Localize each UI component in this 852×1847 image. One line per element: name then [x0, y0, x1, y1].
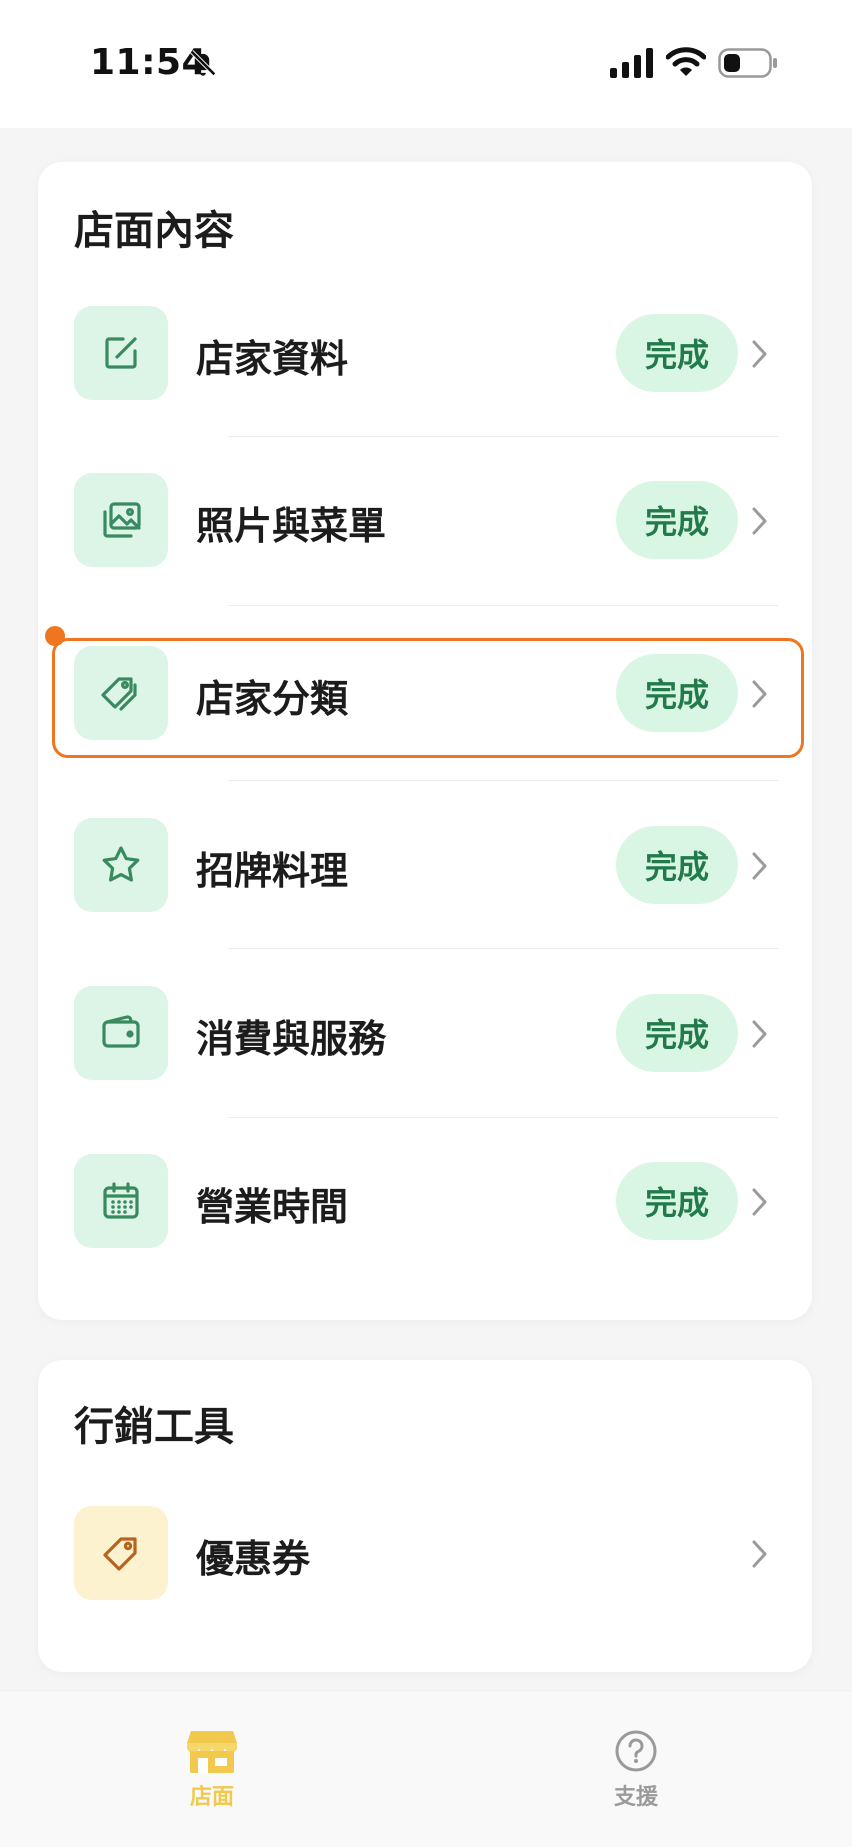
photos-menu-row[interactable]: 照片與菜單 完成: [38, 473, 812, 573]
chevron-right-icon: [752, 1020, 767, 1048]
tag-icon: [103, 1537, 137, 1571]
coupon-icon-box: [74, 1506, 168, 1600]
bell-off-icon: [190, 50, 216, 76]
edit-icon: [105, 337, 137, 369]
store-category-row[interactable]: 店家分類 完成: [38, 646, 812, 746]
help-icon: [615, 1730, 657, 1772]
status-badge: 完成: [616, 1162, 738, 1240]
store-category-icon-box: [74, 646, 168, 740]
tag-icon: [101, 677, 137, 711]
store-icon: [187, 1731, 237, 1773]
business-hours-row[interactable]: 營業時間 完成: [38, 1154, 812, 1254]
section-title-store-content: 店面內容: [74, 208, 234, 254]
chevron-right-icon: [752, 680, 767, 708]
wallet-icon: [102, 1015, 140, 1048]
signature-dishes-row[interactable]: 招牌料理 完成: [38, 818, 812, 918]
chevron-right-icon: [752, 852, 767, 880]
battery-icon: [718, 48, 777, 78]
chevron-right-icon: [752, 340, 767, 368]
tab-label: 支援: [613, 1785, 658, 1810]
tab-store[interactable]: 店面: [152, 1727, 272, 1811]
divider: [228, 948, 778, 949]
calendar-icon: [103, 1182, 139, 1219]
marketing-tools-card: 行銷工具 優惠券: [38, 1360, 812, 1672]
status-badge: 完成: [616, 654, 738, 732]
star-icon: [102, 846, 140, 882]
photos-menu-icon-box: [74, 473, 168, 567]
bottom-tab-bar: 店面 支援: [0, 1690, 852, 1847]
business-hours-icon-box: [74, 1154, 168, 1248]
image-icon: [103, 502, 141, 538]
divider: [228, 436, 778, 437]
status-badge: 完成: [616, 314, 738, 392]
store-content-card: 店面內容 店家資料 完成 照片與菜單 完成 店家分類 完成 招牌料理 完成 消費…: [38, 162, 812, 1320]
chevron-right-icon: [752, 1188, 767, 1216]
coupon-row[interactable]: 優惠券: [38, 1506, 812, 1606]
chevron-right-icon: [752, 1540, 767, 1568]
row-label: 店家資料: [196, 337, 349, 381]
payment-services-row[interactable]: 消費與服務 完成: [38, 986, 812, 1086]
status-badge: 完成: [616, 994, 738, 1072]
divider: [228, 1117, 778, 1118]
row-label: 消費與服務: [196, 1017, 387, 1061]
signal-icon: [610, 48, 653, 78]
status-bar: 11:54: [0, 0, 852, 128]
row-label: 店家分類: [196, 677, 349, 721]
status-badge: 完成: [616, 481, 738, 559]
store-info-row[interactable]: 店家資料 完成: [38, 306, 812, 406]
signature-dishes-icon-box: [74, 818, 168, 912]
divider: [228, 605, 778, 606]
row-label: 營業時間: [196, 1185, 349, 1229]
store-info-icon-box: [74, 306, 168, 400]
tab-support[interactable]: 支援: [576, 1727, 696, 1811]
chevron-right-icon: [752, 507, 767, 535]
highlight-dot: [45, 626, 65, 646]
section-title-marketing-tools: 行銷工具: [74, 1404, 234, 1450]
row-label: 照片與菜單: [196, 504, 387, 548]
payment-services-icon-box: [74, 986, 168, 1080]
wifi-icon: [666, 47, 706, 76]
divider: [228, 780, 778, 781]
row-label: 招牌料理: [196, 849, 349, 893]
tab-label: 店面: [189, 1785, 234, 1810]
row-label: 優惠券: [196, 1537, 311, 1581]
status-badge: 完成: [616, 826, 738, 904]
